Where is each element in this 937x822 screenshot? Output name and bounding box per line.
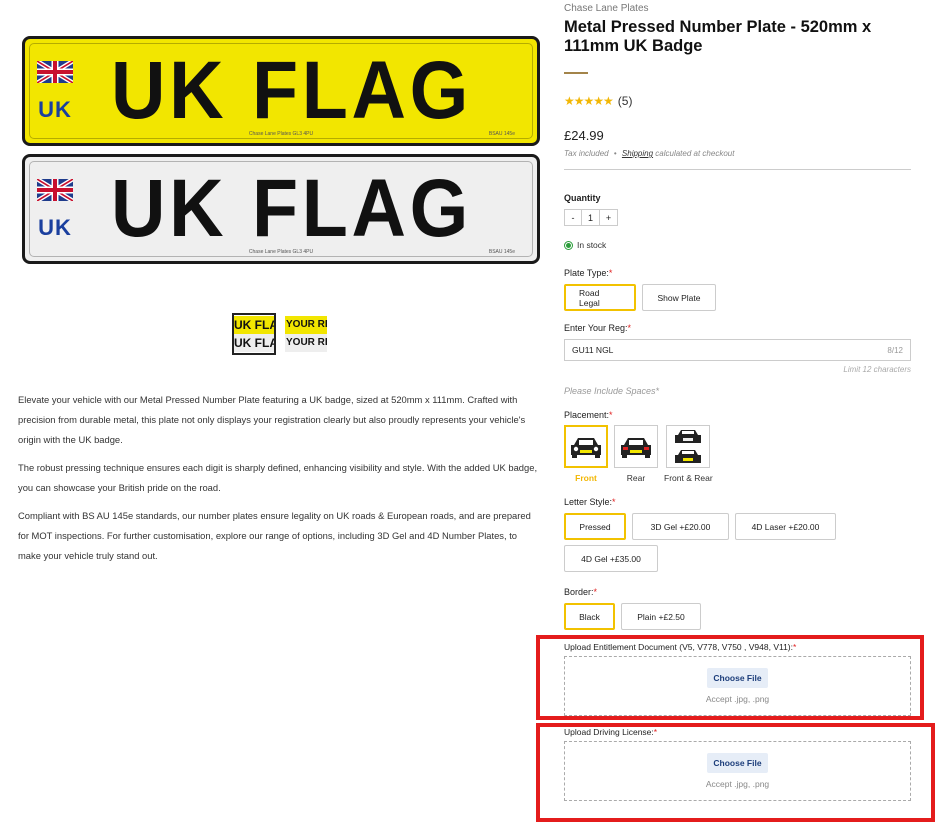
quantity-decrease-button[interactable]: - xyxy=(564,209,582,226)
placement-option-front-rear[interactable]: Front & Rear xyxy=(664,425,713,483)
placement-caption: Front & Rear xyxy=(664,473,713,483)
plate-type-field: Plate Type:* Road Legal Show Plate xyxy=(564,268,912,311)
thumbnail-1[interactable]: UK FLA UK FLA xyxy=(232,313,276,355)
registration-input[interactable]: GU11 NGL 8/12 xyxy=(564,339,911,361)
letter-style-pressed[interactable]: Pressed xyxy=(564,513,626,540)
placement-caption: Front xyxy=(575,473,597,483)
badge-text: UK xyxy=(38,215,72,240)
stock-label: In stock xyxy=(577,240,607,250)
plate-maker-mark: Chase Lane Plates GL3 4PU xyxy=(248,131,314,137)
shipping-suffix: calculated at checkout xyxy=(655,149,735,158)
in-stock-icon xyxy=(564,240,573,250)
star-rating-icon: ★★★★★ xyxy=(564,94,614,108)
rating[interactable]: ★★★★★ (5) xyxy=(564,94,912,108)
placement-field: Placement:* Front Rear Front & Rear xyxy=(564,410,912,483)
thumbnail-plate-white: UK FLA xyxy=(234,334,275,352)
car-rear-icon xyxy=(614,425,658,468)
plate-type-label: Plate Type:* xyxy=(564,268,613,278)
car-front-rear-icon xyxy=(666,425,711,468)
placement-label: Placement:* xyxy=(564,410,613,420)
plate-maker-mark: Chase Lane Plates GL3 4PU xyxy=(248,249,314,255)
product-title: Metal Pressed Number Plate - 520mm x 111… xyxy=(564,18,872,55)
product-description: Elevate your vehicle with our Metal Pres… xyxy=(18,390,538,574)
plate-registration: UK FLAG xyxy=(111,45,473,136)
union-jack-flag-icon xyxy=(37,61,73,83)
registration-value: GU11 NGL xyxy=(572,345,614,355)
placement-option-front[interactable]: Front xyxy=(564,425,608,483)
union-jack-flag-icon xyxy=(37,179,73,201)
description-paragraph: Elevate your vehicle with our Metal Pres… xyxy=(18,394,526,445)
registration-label: Enter Your Reg:* xyxy=(564,323,632,333)
main-image-yellow-plate[interactable]: UK UK FLAG Chase Lane Plates GL3 4PU BSA… xyxy=(22,36,540,146)
shipping-link[interactable]: Shipping xyxy=(622,149,653,158)
registration-field: Enter Your Reg:* GU11 NGL 8/12 Limit 12 … xyxy=(564,323,912,396)
plate-registration: UK FLAG xyxy=(111,163,473,254)
tax-included-text: Tax included xyxy=(564,149,609,158)
main-image-white-plate[interactable]: UK UK FLAG Chase Lane Plates GL3 4PU BSA… xyxy=(22,154,540,264)
badge-text: UK xyxy=(38,97,72,122)
tax-shipping-note: Tax included • Shipping calculated at ch… xyxy=(564,149,912,158)
uk-badge: UK xyxy=(35,61,75,123)
review-count: (5) xyxy=(617,94,633,108)
product-gallery: UK UK FLAG Chase Lane Plates GL3 4PU BSA… xyxy=(22,36,542,272)
title-divider xyxy=(564,72,588,74)
character-limit-note: Limit 12 characters xyxy=(843,365,911,374)
quantity-label: Quantity xyxy=(564,193,601,203)
letter-style-field: Letter Style:* Pressed 3D Gel +£20.00 4D… xyxy=(564,497,912,572)
letter-style-3d-gel[interactable]: 3D Gel +£20.00 xyxy=(632,513,729,540)
quantity-stepper: - 1 + xyxy=(564,209,912,226)
letter-style-label: Letter Style:* xyxy=(564,497,616,507)
border-field: Border:* Black Plain +£2.50 xyxy=(564,587,912,630)
description-paragraph: Compliant with BS AU 145e standards, our… xyxy=(18,510,531,561)
thumbnail-strip: UK FLA UK FLA YOUR RE YOUR RE xyxy=(232,313,328,355)
placement-caption: Rear xyxy=(626,473,646,483)
placement-option-rear[interactable]: Rear xyxy=(614,425,658,483)
thumbnail-plate-yellow: UK FLA xyxy=(234,316,275,334)
car-front-icon xyxy=(564,425,608,468)
character-count: 8/12 xyxy=(887,345,903,355)
letter-style-4d-gel[interactable]: 4D Gel +£35.00 xyxy=(564,545,658,572)
plate-standard-mark: BSAU 145e xyxy=(488,249,515,255)
quantity-input[interactable]: 1 xyxy=(582,209,600,226)
spaces-hint: Please Include Spaces* xyxy=(564,386,660,396)
description-paragraph: The robust pressing technique ensures ea… xyxy=(18,462,538,493)
thumbnail-plate-white: YOUR RE xyxy=(285,334,327,352)
plate-standard-mark: BSAU 145e xyxy=(488,131,515,137)
thumbnail-2[interactable]: YOUR RE YOUR RE xyxy=(284,313,328,355)
separator-bullet: • xyxy=(613,149,617,158)
border-black[interactable]: Black xyxy=(564,603,615,630)
section-divider xyxy=(564,169,911,170)
letter-style-4d-laser[interactable]: 4D Laser +£20.00 xyxy=(735,513,836,540)
vendor-name[interactable]: Chase Lane Plates xyxy=(564,3,912,14)
thumbnail-plate-yellow: YOUR RE xyxy=(285,316,327,334)
price: £24.99 xyxy=(564,128,604,143)
border-plain[interactable]: Plain +£2.50 xyxy=(621,603,701,630)
border-label: Border:* xyxy=(564,587,598,597)
stock-status: In stock xyxy=(564,240,912,250)
highlight-box-license xyxy=(536,723,935,822)
uk-badge: UK xyxy=(35,179,75,241)
plate-type-road-legal[interactable]: Road Legal xyxy=(564,284,636,311)
quantity-increase-button[interactable]: + xyxy=(600,209,618,226)
plate-type-show-plate[interactable]: Show Plate xyxy=(642,284,716,311)
highlight-box-entitlement xyxy=(536,635,924,720)
